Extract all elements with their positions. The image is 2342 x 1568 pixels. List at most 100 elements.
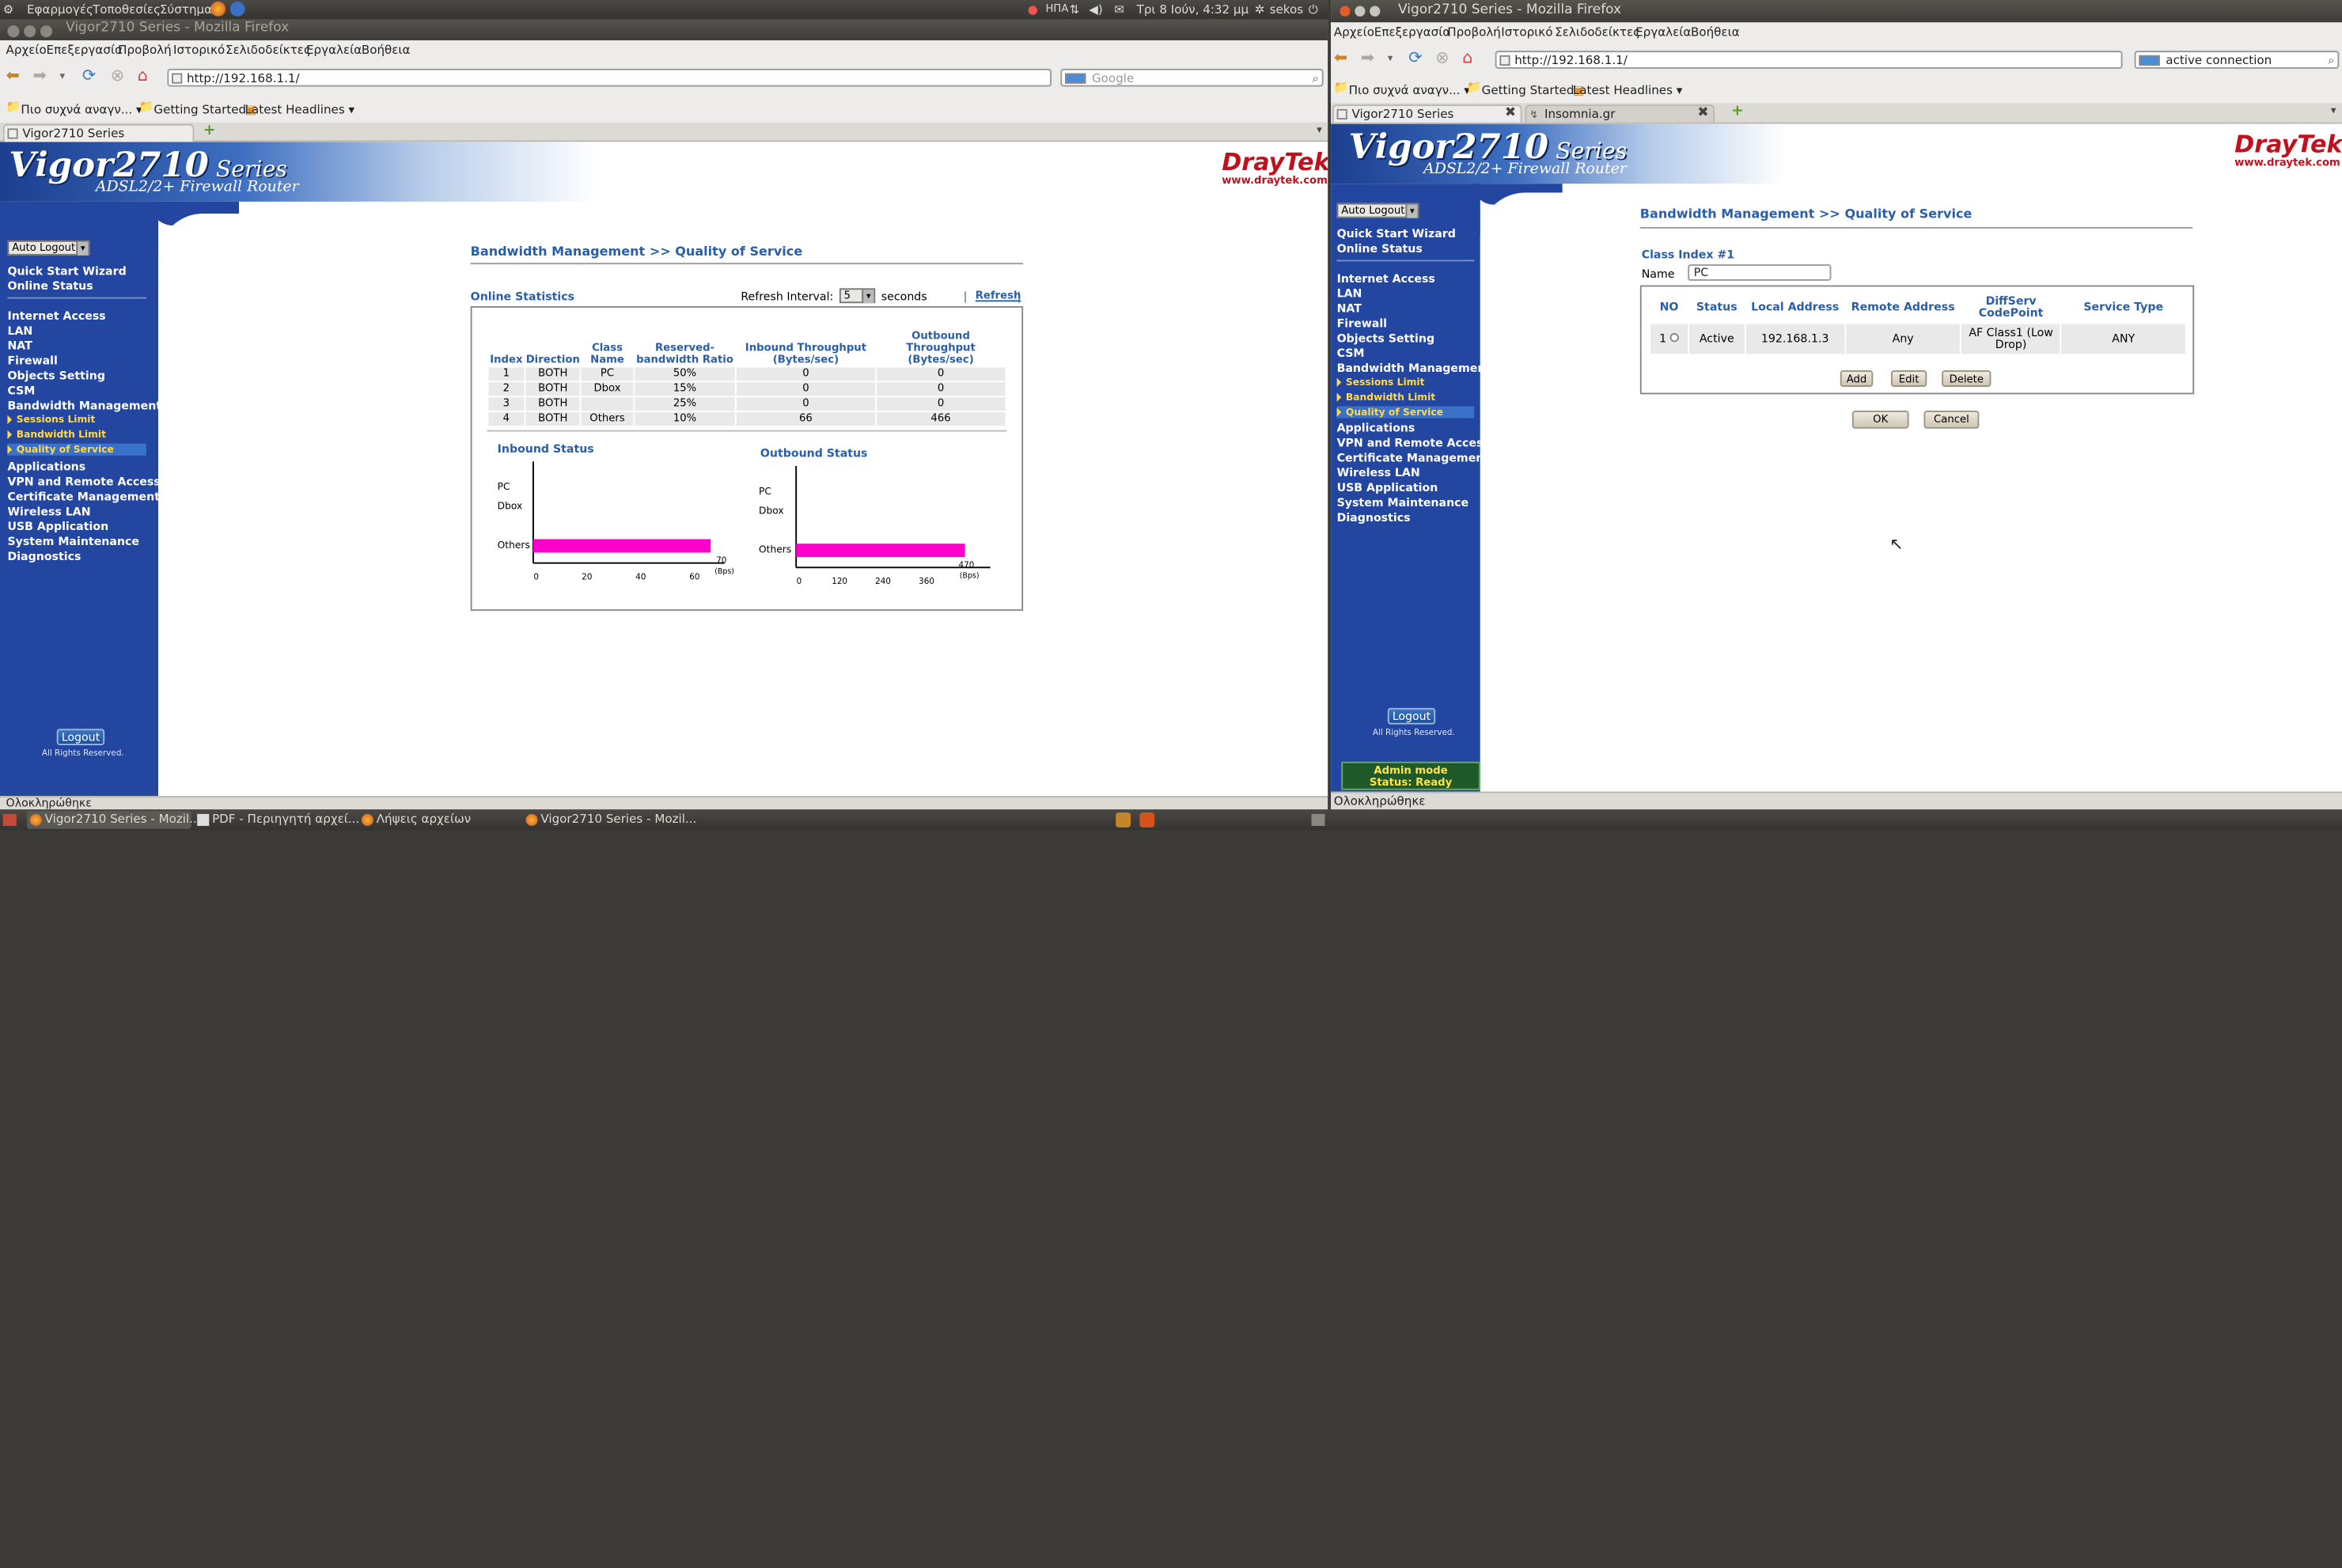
ubuntu-icon[interactable]: ⚙ (3, 0, 14, 20)
tab-insomnia[interactable]: ↯ Insomnia.gr ✖ (1525, 104, 1715, 123)
menu-csm[interactable]: CSM (1337, 347, 1365, 360)
delete-button[interactable]: Delete (1942, 370, 1991, 387)
task-vigor-right[interactable]: Vigor2710 Series - Mozil... (523, 811, 696, 829)
menu-diagnostics[interactable]: Diagnostics (1337, 511, 1411, 525)
menu-system-maintenance[interactable]: System Maintenance (7, 535, 139, 548)
new-tab-icon[interactable]: + (1731, 103, 1744, 119)
forward-icon[interactable]: ➡ (1361, 47, 1374, 67)
menu-bookmarks[interactable]: Σελιδοδείκτες (1555, 25, 1640, 39)
menu-wireless-lan[interactable]: Wireless LAN (7, 505, 90, 518)
forward-icon[interactable]: ➡ (33, 66, 47, 85)
stop-icon[interactable]: ⊗ (1435, 47, 1449, 67)
home-icon[interactable]: ⌂ (138, 66, 148, 85)
back-icon[interactable]: ⬅ (1334, 47, 1347, 67)
history-dropdown-icon[interactable]: ▾ (60, 70, 66, 82)
auto-logout-select[interactable]: Auto Logout ▾ (1336, 203, 1419, 218)
menu-bandwidth-limit[interactable]: Bandwidth Limit (7, 429, 106, 441)
menu-online-status[interactable]: Online Status (7, 279, 93, 293)
menu-csm[interactable]: CSM (7, 384, 35, 397)
menu-edit[interactable]: Επεξεργασία (1374, 25, 1451, 39)
menu-usb-application[interactable]: USB Application (1337, 481, 1438, 494)
reload-icon[interactable]: ⟳ (82, 66, 96, 85)
auto-logout-select[interactable]: Auto Logout ▾ (7, 240, 90, 256)
menu-diagnostics[interactable]: Diagnostics (7, 550, 81, 563)
search-input[interactable]: Google ⌕ (1060, 68, 1324, 87)
menu-quality-of-service[interactable]: Quality of Service (7, 443, 147, 456)
menu-edit[interactable]: Επεξεργασία (47, 44, 123, 57)
menu-objects-setting[interactable]: Objects Setting (7, 369, 105, 382)
menu-certificate[interactable]: Certificate Management (7, 490, 160, 503)
task-downloads[interactable]: Λήψεις αρχείων (358, 811, 515, 829)
menu-help[interactable]: Βοήθεια (362, 44, 411, 57)
menu-firewall[interactable]: Firewall (1337, 316, 1387, 330)
clock[interactable]: Τρι 8 Ιούν, 4:32 μμ (1137, 0, 1249, 20)
bookmark-getting-started[interactable]: 📁 Getting Started (139, 100, 247, 116)
refresh-link[interactable]: Refresh (976, 290, 1021, 301)
menu-tools[interactable]: Εργαλεία (306, 44, 362, 57)
tab-vigor[interactable]: Vigor2710 Series ✖ (1332, 104, 1522, 123)
menu-quality-of-service[interactable]: Quality of Service (1336, 406, 1475, 419)
menu-firewall[interactable]: Firewall (7, 354, 57, 367)
menu-vpn[interactable]: VPN and Remote Access (7, 475, 160, 488)
menu-applications[interactable]: Applications (1337, 421, 1415, 434)
menu-history[interactable]: Ιστορικό (173, 44, 225, 57)
window-controls[interactable] (7, 24, 52, 39)
refresh-interval-select[interactable]: 5 ▾ (839, 288, 876, 304)
menu-bandwidth-management[interactable]: Bandwidth Management (7, 399, 161, 412)
class-name-input[interactable]: PC (1688, 264, 1832, 281)
menu-online-status[interactable]: Online Status (1337, 242, 1423, 256)
network-icon[interactable]: ⇅ (1070, 0, 1080, 20)
tab-vigor[interactable]: Vigor2710 Series (2, 123, 195, 142)
volume-icon[interactable]: ◀) (1089, 0, 1103, 20)
stop-icon[interactable]: ⊗ (111, 66, 124, 85)
menu-sessions-limit[interactable]: Sessions Limit (7, 414, 95, 426)
history-dropdown-icon[interactable]: ▾ (1388, 52, 1393, 64)
menu-bandwidth-management[interactable]: Bandwidth Management (1337, 362, 1491, 375)
reload-icon[interactable]: ⟳ (1408, 47, 1422, 67)
menu-wireless-lan[interactable]: Wireless LAN (1337, 466, 1420, 479)
keyboard-layout[interactable]: ΗΠΑ (1045, 0, 1068, 20)
menu-nat[interactable]: NAT (7, 339, 32, 353)
power-icon[interactable]: ⏻ (1309, 0, 1318, 20)
menu-bookmarks[interactable]: Σελιδοδείκτες (225, 44, 311, 57)
search-input[interactable]: active connection ⌕ (2134, 51, 2340, 69)
search-icon[interactable]: ⌕ (2328, 52, 2334, 67)
menu-lan[interactable]: LAN (7, 324, 32, 338)
menu-quick-start-wizard[interactable]: Quick Start Wizard (1337, 227, 1456, 241)
update-icon[interactable]: ● (1028, 0, 1038, 20)
logout-button[interactable]: Logout (1387, 707, 1436, 725)
menu-bandwidth-limit[interactable]: Bandwidth Limit (1336, 392, 1435, 403)
url-input[interactable]: http://192.168.1.1/ (167, 68, 1052, 87)
menu-internet-access[interactable]: Internet Access (1337, 272, 1435, 286)
user-name[interactable]: sekos (1270, 0, 1303, 20)
menu-lan[interactable]: LAN (1337, 286, 1362, 300)
trash-icon[interactable] (1311, 813, 1325, 826)
bookmark-getting-started[interactable]: 📁 Getting Started (1467, 81, 1575, 97)
add-button[interactable]: Add (1840, 370, 1874, 387)
menu-places[interactable]: Τοποθεσίες (93, 0, 161, 20)
logout-button[interactable]: Logout (56, 729, 105, 746)
search-engine-icon[interactable] (2139, 55, 2160, 66)
menu-internet-access[interactable]: Internet Access (7, 309, 105, 323)
workspace-icon[interactable] (1116, 812, 1131, 828)
show-desktop-icon[interactable] (2, 813, 17, 826)
menu-nat[interactable]: NAT (1337, 301, 1362, 315)
rule-radio[interactable] (1669, 332, 1679, 343)
search-engine-icon[interactable] (1065, 73, 1086, 84)
menu-applications[interactable]: Εφαρμογές (27, 0, 93, 20)
menu-help[interactable]: Βοήθεια (1691, 25, 1740, 39)
menu-applications[interactable]: Applications (7, 460, 85, 473)
workspace-icon[interactable] (1139, 812, 1155, 828)
menu-usb-application[interactable]: USB Application (7, 520, 108, 533)
menu-view[interactable]: Προβολή (1447, 25, 1501, 39)
bookmark-most-visited[interactable]: 📁 Πιο συχνά αναγν... ▾ (1334, 81, 1470, 97)
close-tab-icon[interactable]: ✖ (1505, 106, 1516, 123)
bookmark-most-visited[interactable]: 📁 Πιο συχνά αναγν... ▾ (6, 100, 142, 116)
mail-icon[interactable]: ✉ (1114, 0, 1124, 20)
back-icon[interactable]: ⬅ (6, 66, 20, 85)
right-titlebar[interactable]: Vigor2710 Series - Mozilla Firefox (1331, 0, 2342, 23)
left-titlebar[interactable]: Vigor2710 Series - Mozilla Firefox (0, 19, 1328, 40)
menu-history[interactable]: Ιστορικό (1501, 25, 1552, 39)
window-controls[interactable] (1340, 5, 1380, 20)
menu-file[interactable]: Αρχείο (6, 44, 47, 57)
